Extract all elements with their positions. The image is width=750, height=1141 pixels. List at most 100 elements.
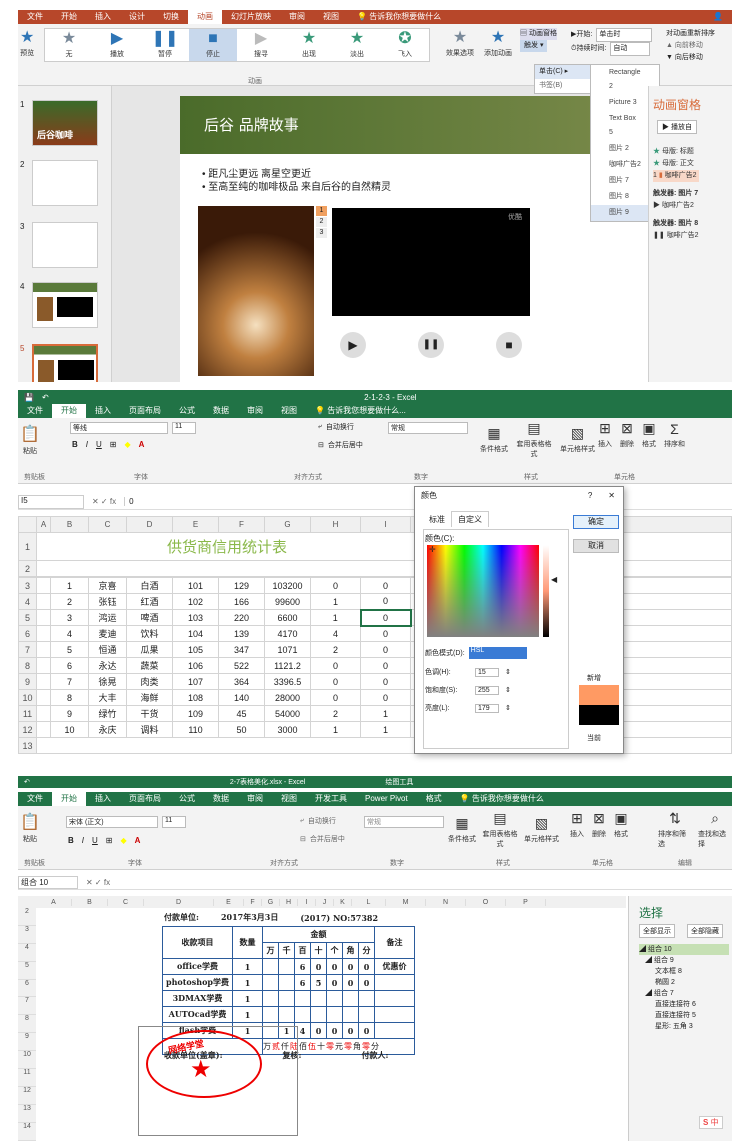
- invoice-number[interactable]: (2017) NO:57382: [300, 913, 378, 923]
- column-header[interactable]: D: [126, 516, 173, 533]
- slide-thumb-5[interactable]: [32, 344, 98, 382]
- cell[interactable]: 3000: [264, 721, 311, 738]
- wrap-text-button[interactable]: ⤶ 自动换行: [318, 422, 354, 432]
- luminance-slider[interactable]: [543, 545, 549, 637]
- cell[interactable]: 6600: [264, 609, 311, 626]
- trigger-menu-bookmark[interactable]: 书签(B): [535, 79, 591, 93]
- cell[interactable]: 1071: [264, 641, 311, 658]
- cell[interactable]: [36, 609, 51, 626]
- font-name-select[interactable]: 等线: [70, 422, 168, 434]
- row-header[interactable]: 8: [18, 1015, 36, 1034]
- amount-digit[interactable]: [278, 1006, 295, 1023]
- format-cells-button[interactable]: ▣ 格式: [642, 420, 656, 449]
- cell[interactable]: 4170: [264, 625, 311, 642]
- tree-item[interactable]: 直接连接符 5: [639, 1010, 729, 1021]
- amount-digit[interactable]: [326, 990, 343, 1007]
- amount-digit[interactable]: 0: [326, 974, 343, 991]
- cell[interactable]: 5: [50, 641, 89, 658]
- cell[interactable]: 鸿运: [88, 609, 127, 626]
- cell[interactable]: 364: [218, 673, 265, 690]
- cell[interactable]: 3396.5: [264, 673, 311, 690]
- cell[interactable]: [36, 577, 51, 594]
- conditional-format-button[interactable]: ▦ 条件格式: [448, 815, 476, 844]
- tab-view[interactable]: 视图: [272, 404, 306, 418]
- font-name-select[interactable]: 宋体 (正文): [66, 816, 158, 828]
- cell[interactable]: 1: [360, 721, 411, 738]
- amount-digit[interactable]: [278, 958, 295, 975]
- header-cell[interactable]: 收款项目: [162, 926, 233, 959]
- cell[interactable]: 恒通: [88, 641, 127, 658]
- cell[interactable]: 54000: [264, 705, 311, 722]
- row-header[interactable]: 5: [18, 962, 36, 980]
- trigger-button[interactable]: 触发 ▾: [520, 40, 548, 52]
- column-header[interactable]: G: [264, 516, 311, 533]
- format-cells-button[interactable]: ▣ 格式: [614, 810, 628, 839]
- number-format-select[interactable]: 常规: [388, 422, 468, 434]
- ppt-tab-file[interactable]: 文件: [18, 10, 52, 24]
- column-header[interactable]: I: [360, 516, 411, 533]
- slide-thumb-3[interactable]: [32, 222, 98, 268]
- ppt-tab-insert[interactable]: 插入: [86, 10, 120, 24]
- play-from-button[interactable]: ▶ 播放自: [657, 120, 697, 134]
- cell[interactable]: [36, 593, 51, 610]
- cell[interactable]: 103: [172, 609, 219, 626]
- row-header[interactable]: 4: [18, 593, 37, 610]
- empty-row[interactable]: [36, 737, 732, 754]
- column-header[interactable]: C: [88, 516, 127, 533]
- spin-icon[interactable]: ⇕: [505, 668, 511, 676]
- insert-cells-button[interactable]: ⊞ 插入: [598, 420, 612, 449]
- move-earlier-button[interactable]: ▲ 向前移动: [666, 40, 715, 52]
- animation-pane-button[interactable]: ▤ 动画窗格: [520, 28, 557, 40]
- cell[interactable]: 106: [172, 657, 219, 674]
- bold-button[interactable]: B: [68, 836, 74, 845]
- effect-options-button[interactable]: ★ 效果选项: [446, 30, 474, 58]
- cell[interactable]: 2: [310, 641, 361, 658]
- slide-title[interactable]: 后谷 品牌故事: [204, 114, 299, 135]
- item-note[interactable]: 优惠价: [374, 958, 415, 975]
- cell[interactable]: 6: [50, 657, 89, 674]
- anim-item-selected[interactable]: 1 ▮ 咖啡广告2: [653, 170, 699, 182]
- tab-insert[interactable]: 插入: [86, 404, 120, 418]
- cell[interactable]: [36, 673, 51, 690]
- tab-file[interactable]: 文件: [18, 404, 52, 418]
- amount-digit[interactable]: [310, 990, 327, 1007]
- unit-cell[interactable]: 百: [294, 942, 311, 959]
- cell[interactable]: 522: [218, 657, 265, 674]
- cell[interactable]: 108: [172, 689, 219, 706]
- effect-play[interactable]: ▶ 播放: [93, 31, 141, 59]
- tab-page-layout[interactable]: 页面布局: [120, 404, 170, 418]
- cell[interactable]: 0: [359, 608, 412, 627]
- column-header[interactable]: O: [466, 898, 506, 906]
- cell[interactable]: 1: [360, 705, 411, 722]
- tree-item[interactable]: 椭圆 2: [639, 977, 729, 988]
- bold-button[interactable]: B: [72, 440, 78, 449]
- cell[interactable]: 永庆: [88, 721, 127, 738]
- row-header[interactable]: 11: [18, 1069, 36, 1087]
- column-header[interactable]: A: [36, 898, 72, 906]
- ppt-tab-slideshow[interactable]: 幻灯片放映: [222, 10, 280, 24]
- amount-digit[interactable]: 0: [310, 958, 327, 975]
- fill-color-icon[interactable]: ◆: [121, 836, 127, 845]
- find-select-button[interactable]: ⌕ 查找和选择: [698, 810, 732, 849]
- amount-digit[interactable]: [262, 1006, 279, 1023]
- amount-digit[interactable]: 0: [326, 1022, 343, 1039]
- play-button[interactable]: ▶: [340, 332, 366, 358]
- empty-row[interactable]: [36, 560, 732, 577]
- cell[interactable]: 0: [310, 689, 361, 706]
- cell[interactable]: 4: [50, 625, 89, 642]
- column-header[interactable]: F: [218, 516, 265, 533]
- merge-center-button[interactable]: ⊟ 合并后居中: [300, 834, 345, 844]
- cell[interactable]: 105: [172, 641, 219, 658]
- amount-digit[interactable]: [278, 990, 295, 1007]
- spin-icon[interactable]: ⇕: [505, 704, 511, 712]
- cell[interactable]: 瓜果: [126, 641, 173, 658]
- payer-label[interactable]: 付款人:: [361, 1050, 388, 1061]
- row-header[interactable]: 12: [18, 721, 37, 738]
- amount-digit[interactable]: 0: [358, 974, 375, 991]
- tab-view[interactable]: 视图: [272, 792, 306, 806]
- font-size-select[interactable]: 11: [172, 422, 196, 434]
- tree-item[interactable]: ◢ 组合 9: [639, 955, 729, 966]
- cell[interactable]: 166: [218, 593, 265, 610]
- color-model-select[interactable]: HSL: [468, 647, 527, 659]
- column-header[interactable]: N: [426, 898, 466, 906]
